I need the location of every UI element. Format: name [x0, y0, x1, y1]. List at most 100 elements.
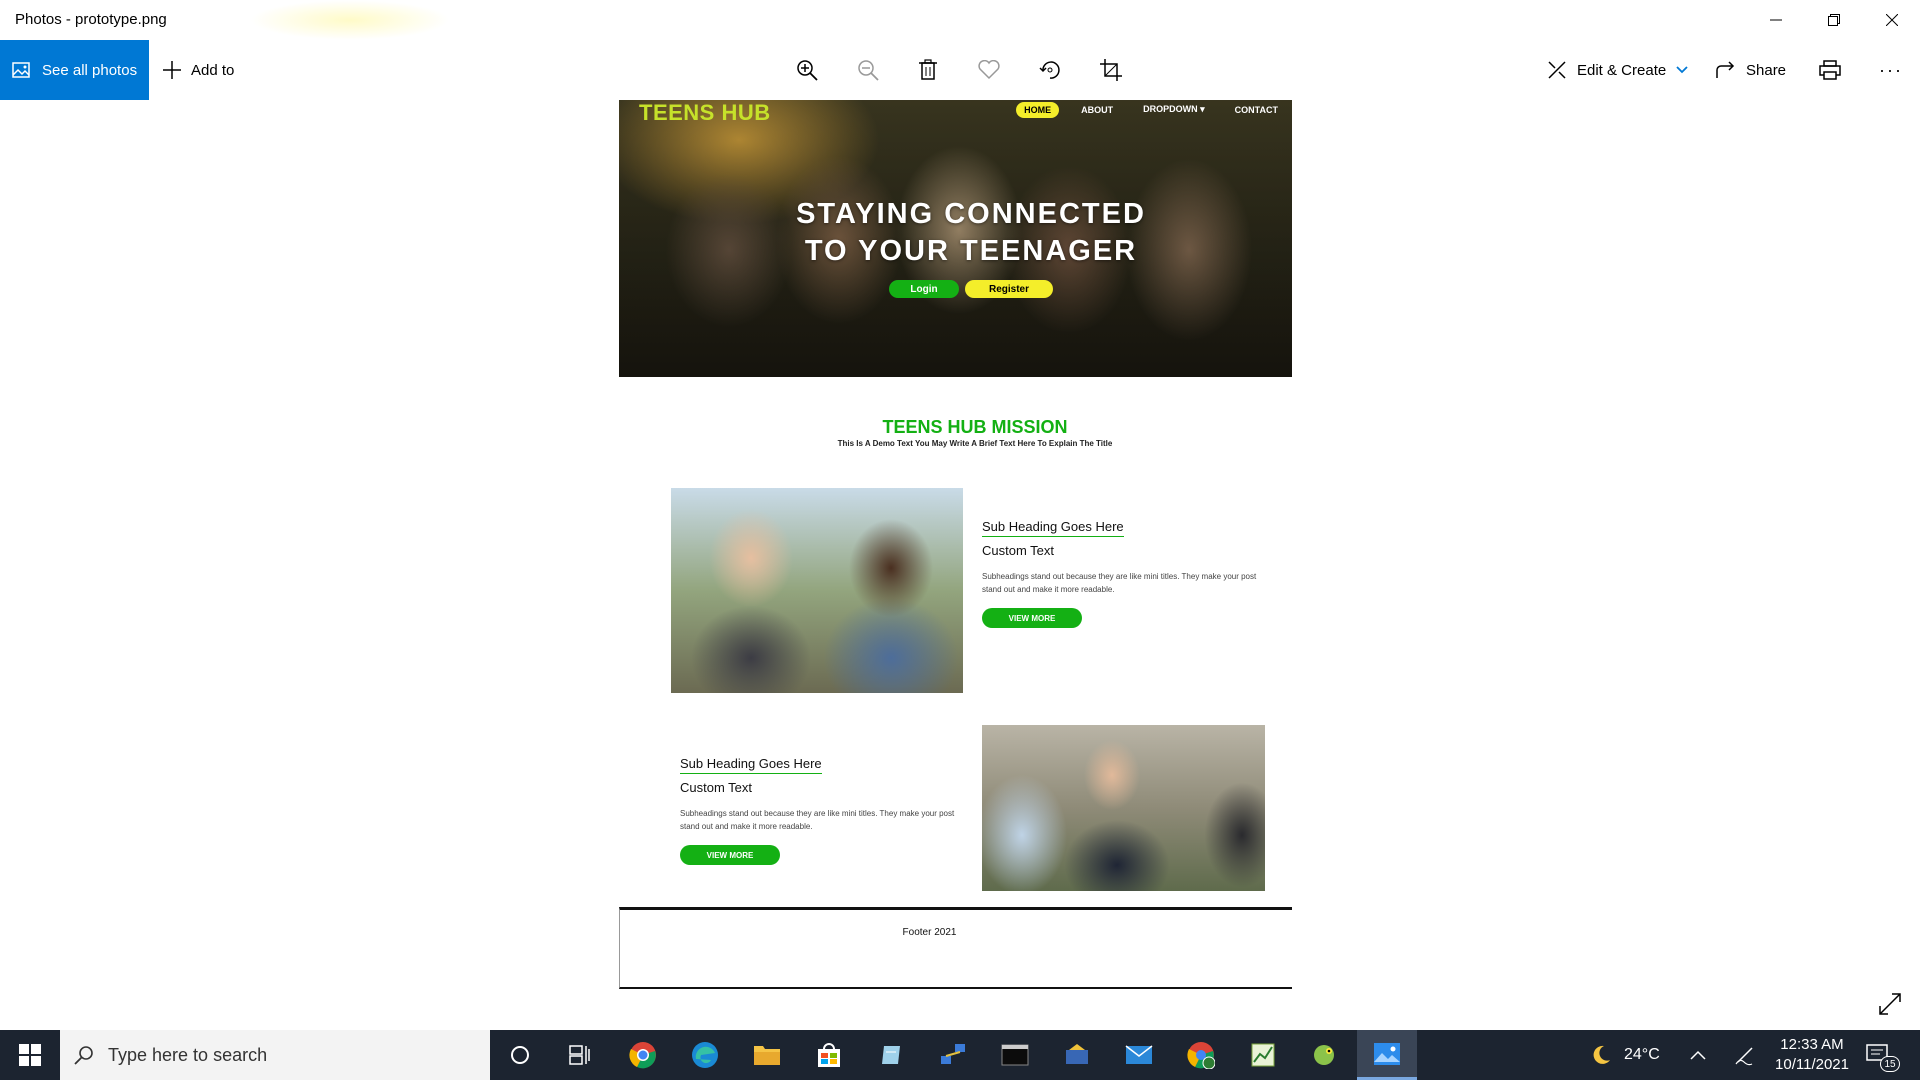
cortana-icon	[511, 1046, 529, 1064]
chart-app-icon	[1251, 1043, 1275, 1067]
show-hidden-icons-button[interactable]	[1690, 1030, 1706, 1080]
add-to-label: Add to	[191, 61, 235, 79]
photos-icon	[12, 62, 30, 78]
hero-buttons: Login Register	[889, 280, 1053, 298]
search-icon	[74, 1046, 93, 1065]
chevron-down-icon	[1676, 66, 1688, 74]
restore-button[interactable]	[1806, 0, 1862, 40]
see-all-photos-label: See all photos	[42, 61, 138, 79]
print-button[interactable]	[1810, 40, 1850, 100]
zoom-in-button[interactable]	[787, 40, 827, 100]
section-2-custom-text: Custom Text	[680, 780, 753, 795]
teens-photo-1	[671, 488, 963, 693]
mission-title: TEENS HUB MISSION	[882, 417, 1068, 437]
share-label: Share	[1746, 61, 1787, 79]
printer-icon	[1819, 60, 1841, 80]
taskbar-app-notes[interactable]	[861, 1030, 921, 1080]
mail-icon	[1125, 1045, 1153, 1064]
weather-widget[interactable]: 24°C	[1590, 1030, 1660, 1080]
clock[interactable]: 12:33 AM 10/11/2021	[1752, 1035, 1872, 1075]
hero-line-1: STAYING CONNECTED	[796, 198, 1146, 230]
image-canvas[interactable]: TEENS HUB HOME ABOUT DROPDOWN ▾ CONTACT …	[0, 100, 1920, 1030]
cortana-button[interactable]	[490, 1030, 550, 1080]
terminal-icon	[1001, 1044, 1029, 1066]
folder-icon	[754, 1046, 780, 1065]
taskbar-terminal[interactable]	[985, 1030, 1045, 1080]
minimize-icon	[1770, 19, 1782, 21]
more-button[interactable]: ···	[1871, 40, 1911, 100]
chrome-profile-icon	[1187, 1042, 1215, 1069]
see-all-photos-button[interactable]: See all photos	[0, 40, 149, 100]
zoom-out-icon	[858, 60, 879, 81]
hero-title: STAYING CONNECTED TO YOUR TEENAGER	[619, 196, 1292, 270]
notifications-button[interactable]: 15	[1866, 1030, 1900, 1080]
moon-icon	[1593, 1045, 1610, 1064]
taskbar-app-tools[interactable]	[1047, 1030, 1107, 1080]
prototype-footer: Footer 2021	[619, 907, 1292, 989]
favorite-button[interactable]	[969, 40, 1009, 100]
taskbar-chrome-profile[interactable]	[1171, 1030, 1231, 1080]
title-bar: Photos - prototype.png	[0, 0, 1920, 40]
minimize-button[interactable]	[1748, 0, 1804, 40]
crop-icon	[1100, 59, 1122, 81]
edit-create-label: Edit & Create	[1577, 61, 1667, 79]
share-button[interactable]: Share	[1716, 40, 1786, 100]
task-view-button[interactable]	[550, 1030, 610, 1080]
taskbar-search[interactable]: Type here to search	[60, 1030, 490, 1080]
more-icon: ···	[1879, 59, 1903, 80]
taskbar-app-chameleon[interactable]	[1295, 1030, 1355, 1080]
taskbar: Type here to search 24°C 12:33 AM 10/11/…	[0, 1030, 1920, 1080]
task-view-icon	[569, 1045, 590, 1065]
start-button[interactable]	[0, 1030, 60, 1080]
edit-create-button[interactable]: Edit & Create	[1547, 40, 1688, 100]
rotate-icon	[1039, 61, 1060, 79]
notification-count: 15	[1880, 1056, 1900, 1072]
heart-icon	[978, 60, 1000, 80]
nav-contact: CONTACT	[1234, 104, 1278, 115]
taskbar-app-chart[interactable]	[1233, 1030, 1293, 1080]
toolbar: See all photos Add to Edit & Create Shar…	[0, 40, 1920, 100]
login-button: Login	[889, 280, 959, 298]
section-1-custom-text: Custom Text	[982, 543, 1055, 558]
taskbar-edge[interactable]	[675, 1030, 735, 1080]
taskbar-photos[interactable]	[1357, 1030, 1417, 1080]
expand-icon	[1879, 993, 1901, 1015]
taskbar-mail[interactable]	[1109, 1030, 1169, 1080]
photos-app-icon	[1374, 1042, 1400, 1065]
taskbar-chrome[interactable]	[613, 1030, 673, 1080]
zoom-in-icon	[797, 60, 818, 81]
taskbar-network-app[interactable]	[923, 1030, 983, 1080]
chameleon-icon	[1314, 1045, 1334, 1065]
footer-text: Footer 2021	[902, 927, 957, 938]
hero-banner: TEENS HUB HOME ABOUT DROPDOWN ▾ CONTACT …	[619, 100, 1292, 377]
clock-time: 12:33 AM	[1780, 1036, 1844, 1053]
store-icon	[818, 1043, 840, 1067]
mission-subtitle: This Is A Demo Text You May Write A Brie…	[837, 439, 1113, 448]
section-2-view-more-button: VIEW MORE	[680, 845, 780, 865]
add-to-button[interactable]: Add to	[163, 40, 234, 100]
teens-photo-2	[982, 725, 1265, 891]
taskbar-file-explorer[interactable]	[737, 1030, 797, 1080]
windows-icon	[19, 1044, 41, 1066]
section-1-body: Subheadings stand out because they are l…	[982, 572, 1257, 594]
chevron-up-icon	[1690, 1050, 1706, 1060]
section-2-sub-heading: Sub Heading Goes Here	[680, 756, 822, 774]
brand-logo: TEENS HUB	[639, 100, 771, 125]
close-icon	[1886, 14, 1898, 26]
nav-about: ABOUT	[1081, 104, 1114, 115]
section-2: Sub Heading Goes Here Custom Text Subhea…	[680, 755, 965, 865]
share-icon	[1716, 61, 1735, 78]
search-placeholder: Type here to search	[108, 1044, 268, 1065]
rotate-button[interactable]	[1030, 40, 1070, 100]
zoom-out-button[interactable]	[848, 40, 888, 100]
delete-button[interactable]	[908, 40, 948, 100]
restore-icon	[1828, 14, 1840, 26]
nav-home: HOME	[1016, 101, 1060, 118]
section-1-view-more-button: VIEW MORE	[982, 608, 1082, 628]
crop-button[interactable]	[1091, 40, 1131, 100]
plus-icon	[163, 61, 181, 79]
close-button[interactable]	[1864, 0, 1920, 40]
taskbar-store[interactable]	[799, 1030, 859, 1080]
notes-app-icon	[882, 1046, 900, 1064]
full-screen-button[interactable]	[1870, 984, 1910, 1024]
